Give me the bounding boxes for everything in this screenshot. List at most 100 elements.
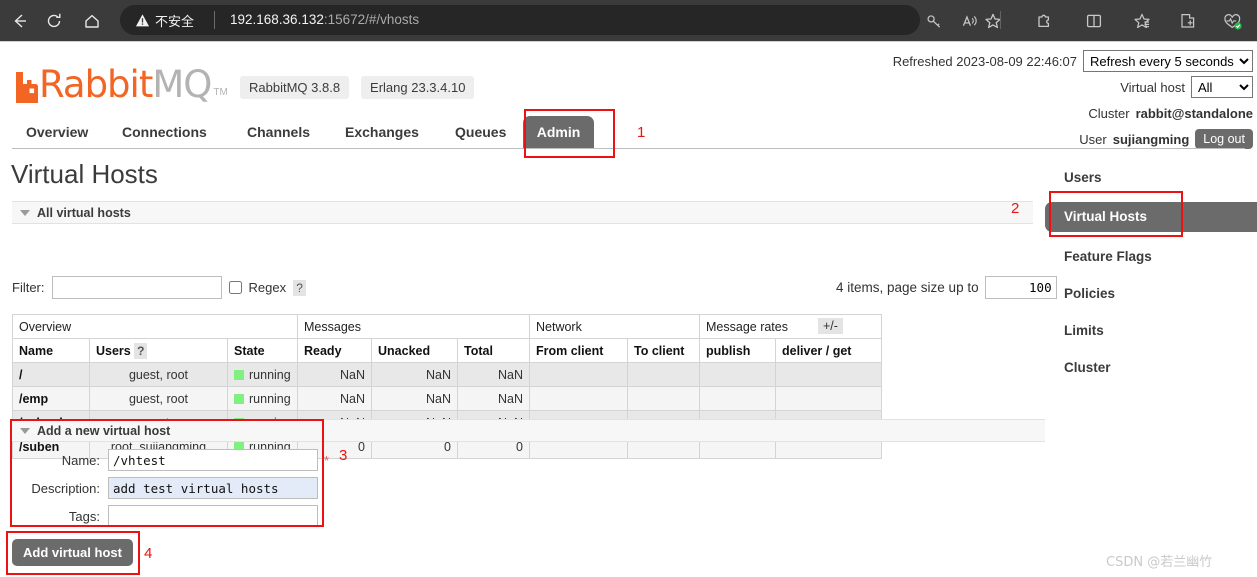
- cell-total: NaN: [457, 362, 530, 387]
- collections-icon[interactable]: [1128, 7, 1156, 35]
- security-warning-label: 不安全: [155, 14, 195, 30]
- home-icon[interactable]: [78, 7, 106, 35]
- sidebar-item-limits[interactable]: Limits: [1045, 318, 1257, 343]
- toggle-columns-button[interactable]: +/-: [818, 318, 843, 334]
- column-users[interactable]: Users ?: [89, 338, 228, 363]
- security-warning-indicator[interactable]: 不安全: [135, 10, 194, 30]
- erlang-version-badge: Erlang 23.3.4.10: [361, 76, 475, 99]
- cell-state-label: running: [249, 367, 291, 382]
- add-virtual-host-button[interactable]: Add virtual host: [12, 539, 133, 566]
- cell-name[interactable]: /emp: [12, 386, 90, 411]
- vhost-filter-label: Virtual host: [1120, 79, 1185, 95]
- group-header-message-rates: Message rates: [699, 314, 882, 339]
- regex-checkbox[interactable]: [228, 281, 242, 294]
- users-help-icon[interactable]: ?: [134, 342, 148, 359]
- cell-publish: [699, 386, 776, 411]
- favorite-star-icon[interactable]: [979, 7, 1007, 35]
- back-arrow-icon[interactable]: [6, 7, 34, 35]
- column-from-client[interactable]: From client: [529, 338, 628, 363]
- extensions-puzzle-icon[interactable]: [1030, 7, 1058, 35]
- annotation-label-1: 1: [637, 124, 646, 141]
- table-row: / guest, root running NaN NaN NaN: [12, 362, 882, 387]
- cell-name[interactable]: /: [12, 362, 90, 387]
- group-header-overview: Overview: [12, 314, 298, 339]
- tab-overview[interactable]: Overview: [14, 116, 100, 148]
- column-to-client[interactable]: To client: [627, 338, 700, 363]
- table-body: / guest, root running NaN NaN NaN /emp g…: [12, 362, 882, 459]
- logo-rabbit: Rabbit: [39, 63, 153, 106]
- tags-label: Tags:: [68, 508, 100, 524]
- filter-input[interactable]: [51, 276, 222, 299]
- name-input[interactable]: [108, 449, 318, 471]
- description-label: Description:: [31, 480, 100, 496]
- regex-help-icon[interactable]: ?: [293, 279, 307, 296]
- column-publish[interactable]: publish: [699, 338, 776, 363]
- rabbitmq-logo[interactable]: RabbitMQ TM: [16, 60, 228, 104]
- address-divider: [214, 11, 215, 29]
- regex-label: Regex: [248, 280, 287, 295]
- chevron-down-icon[interactable]: [20, 209, 30, 216]
- browser-toolbar: 不安全 192.168.36.132:15672/#/vhosts: [0, 0, 1257, 41]
- tab-queues[interactable]: Queues: [443, 116, 518, 148]
- sidebar-item-policies[interactable]: Policies: [1045, 281, 1257, 306]
- state-dot-icon: [234, 393, 244, 404]
- tab-exchanges[interactable]: Exchanges: [333, 116, 431, 148]
- refresh-row: Refreshed 2023-08-09 22:46:07 Refresh ev…: [893, 50, 1253, 72]
- nav-underline: [12, 148, 1245, 149]
- toolbar-divider: [1000, 11, 1001, 29]
- group-header-network: Network: [529, 314, 700, 339]
- vhost-filter-select[interactable]: All: [1191, 76, 1253, 98]
- reload-icon[interactable]: [40, 7, 68, 35]
- add-tab-icon[interactable]: [1174, 7, 1202, 35]
- add-virtual-host-label: Add a new virtual host: [37, 424, 171, 438]
- sidebar-item-users[interactable]: Users: [1045, 165, 1257, 190]
- tags-input[interactable]: [108, 505, 318, 527]
- cell-deliver-get: [775, 386, 882, 411]
- main-nav-tabs: Overview Connections Channels Exchanges …: [0, 112, 1257, 148]
- cell-users: guest, root: [89, 362, 228, 387]
- cell-ready: NaN: [297, 386, 372, 411]
- cell-to-client: [627, 362, 700, 387]
- column-ready[interactable]: Ready: [297, 338, 372, 363]
- cell-ready: NaN: [297, 362, 372, 387]
- cell-from-client: [529, 362, 628, 387]
- column-state[interactable]: State: [227, 338, 298, 363]
- column-users-label: Users: [96, 343, 131, 358]
- chevron-down-icon[interactable]: [20, 427, 30, 434]
- rabbitmq-version-badge: RabbitMQ 3.8.8: [240, 76, 350, 99]
- page-size-label: 4 items, page size up to: [836, 280, 979, 295]
- cell-to-client: [627, 386, 700, 411]
- add-virtual-host-section-header[interactable]: Add a new virtual host: [12, 419, 1045, 442]
- column-deliver-get[interactable]: deliver / get: [775, 338, 882, 363]
- name-row: Name: *: [12, 449, 329, 471]
- key-icon[interactable]: [920, 7, 948, 35]
- column-unacked[interactable]: Unacked: [371, 338, 458, 363]
- sidebar-item-feature-flags[interactable]: Feature Flags: [1045, 244, 1257, 269]
- browser-essentials-icon[interactable]: [1218, 7, 1246, 35]
- column-total[interactable]: Total: [457, 338, 530, 363]
- browser-bottom-shadow: [0, 41, 1257, 42]
- split-screen-icon[interactable]: [1080, 7, 1108, 35]
- page-size-row: 4 items, page size up to: [836, 276, 1057, 299]
- description-row: Description:: [12, 477, 329, 499]
- cell-state: running: [227, 362, 298, 387]
- csdn-watermark: CSDN @若兰幽竹: [1106, 555, 1213, 570]
- tab-channels[interactable]: Channels: [235, 116, 322, 148]
- add-virtual-host-form: Name: * Description: Tags:: [12, 449, 329, 533]
- page-title: Virtual Hosts: [11, 159, 158, 189]
- tab-connections[interactable]: Connections: [110, 116, 219, 148]
- refresh-interval-select[interactable]: Refresh every 5 seconds: [1083, 50, 1253, 72]
- url-path: :15672/#/vhosts: [323, 12, 420, 27]
- sidebar-item-virtual-hosts[interactable]: Virtual Hosts: [1045, 202, 1257, 232]
- column-name[interactable]: Name: [12, 338, 90, 363]
- rabbitmq-logo-text: RabbitMQ: [39, 63, 212, 106]
- tags-row: Tags:: [12, 505, 329, 527]
- annotation-label-4: 4: [144, 545, 153, 562]
- url-text[interactable]: 192.168.36.132:15672/#/vhosts: [230, 11, 419, 29]
- sidebar-item-cluster[interactable]: Cluster: [1045, 355, 1257, 380]
- tab-admin[interactable]: Admin: [523, 116, 594, 148]
- description-input[interactable]: [108, 477, 318, 499]
- table-column-header-row: Name Users ? State Ready Unacked Total F…: [12, 338, 882, 363]
- refreshed-timestamp: Refreshed 2023-08-09 22:46:07: [892, 53, 1077, 69]
- all-virtual-hosts-section-header[interactable]: All virtual hosts: [12, 201, 1033, 224]
